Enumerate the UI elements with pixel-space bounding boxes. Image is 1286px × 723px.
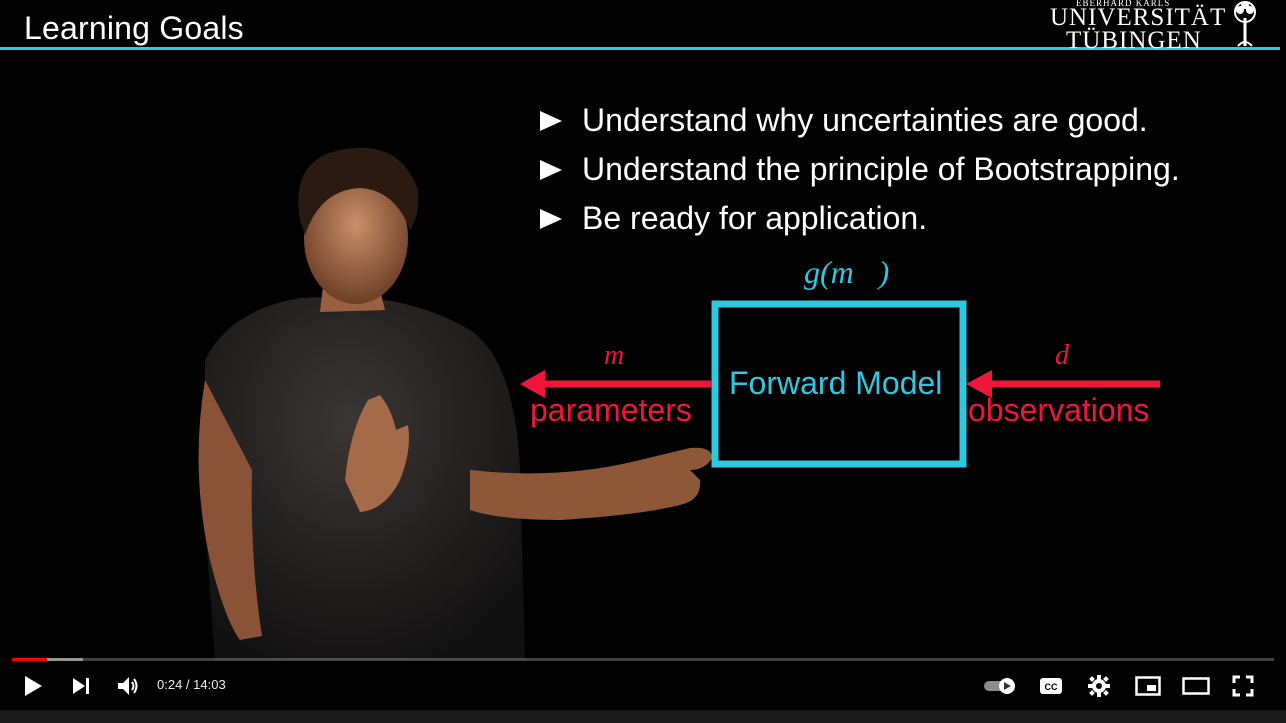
forward-model-label: Forward Model bbox=[729, 365, 943, 401]
next-video-button[interactable] bbox=[68, 671, 94, 701]
fullscreen-icon bbox=[1232, 675, 1254, 697]
mute-button[interactable] bbox=[114, 671, 142, 701]
svg-text:CC: CC bbox=[1045, 682, 1058, 692]
play-button[interactable] bbox=[20, 671, 46, 701]
observations-label: observations bbox=[968, 392, 1150, 428]
volume-icon bbox=[118, 677, 138, 695]
parameters-label: parameters bbox=[530, 392, 692, 428]
settings-button[interactable] bbox=[1084, 671, 1114, 701]
time-separator: / bbox=[182, 677, 194, 692]
play-icon bbox=[25, 676, 42, 696]
time-display: 0:24 / 14:03 bbox=[157, 677, 226, 692]
video-frame[interactable]: Learning Goals EBERHARD KARLS UNIVERSITÄ… bbox=[0, 0, 1286, 710]
captions-button[interactable]: CC bbox=[1037, 671, 1065, 701]
page-bottom-strip bbox=[0, 710, 1286, 723]
progress-played bbox=[12, 658, 48, 661]
miniplayer-icon bbox=[1135, 676, 1161, 696]
fullscreen-button[interactable] bbox=[1229, 671, 1257, 701]
autoplay-toggle[interactable] bbox=[982, 671, 1020, 701]
settings-gear-icon bbox=[1088, 675, 1110, 697]
captions-icon: CC bbox=[1040, 678, 1062, 694]
miniplayer-button[interactable] bbox=[1133, 671, 1163, 701]
parameter-vector-symbol: m⃗ bbox=[604, 340, 646, 371]
next-icon bbox=[73, 678, 89, 694]
current-time: 0:24 bbox=[157, 677, 183, 692]
progress-bar[interactable] bbox=[12, 658, 1274, 661]
duration: 14:03 bbox=[193, 677, 226, 692]
autoplay-toggle-icon bbox=[984, 678, 1015, 694]
data-vector-symbol: d⃗ bbox=[1055, 340, 1091, 371]
theater-mode-button[interactable] bbox=[1180, 671, 1212, 701]
theater-mode-icon bbox=[1182, 677, 1210, 695]
forward-function-label: g(m⃗) bbox=[804, 254, 890, 290]
